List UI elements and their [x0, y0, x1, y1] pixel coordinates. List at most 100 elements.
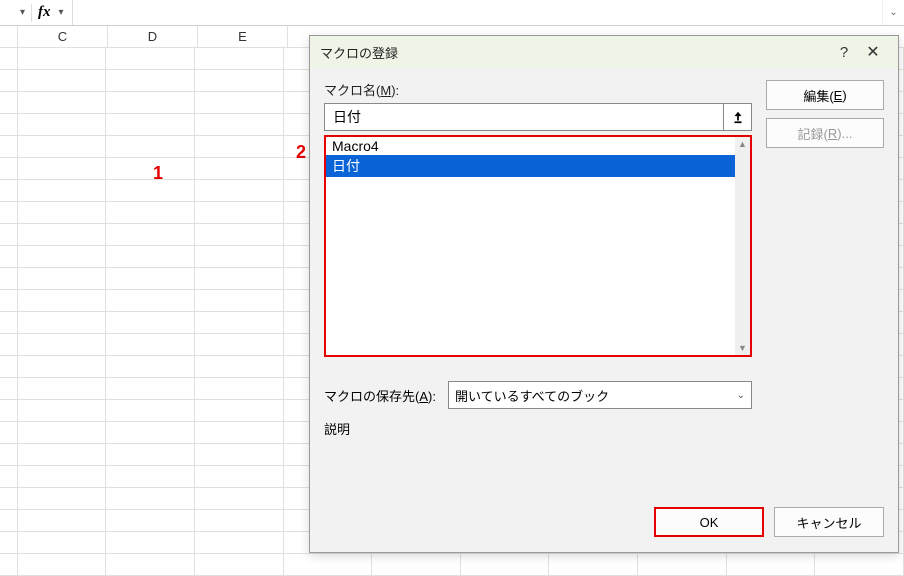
cell[interactable]: [106, 180, 195, 202]
cell[interactable]: [106, 312, 195, 334]
cell[interactable]: [638, 554, 727, 576]
cell[interactable]: [18, 224, 107, 246]
formula-input[interactable]: [73, 0, 882, 25]
cell[interactable]: [195, 554, 284, 576]
cell[interactable]: [18, 444, 107, 466]
cell[interactable]: [195, 356, 284, 378]
cell[interactable]: [195, 422, 284, 444]
cell[interactable]: [195, 92, 284, 114]
cell[interactable]: [195, 70, 284, 92]
cell[interactable]: [18, 378, 107, 400]
cell[interactable]: [18, 92, 107, 114]
store-select[interactable]: 開いているすべてのブック ⌄: [448, 381, 752, 409]
close-button[interactable]: ✕: [858, 42, 888, 62]
column-header[interactable]: D: [108, 26, 198, 48]
record-button[interactable]: 記録(R)...: [766, 118, 884, 148]
cell[interactable]: [18, 422, 107, 444]
cell[interactable]: [195, 532, 284, 554]
cell[interactable]: [18, 114, 107, 136]
cell[interactable]: [18, 532, 107, 554]
chevron-down-icon[interactable]: ▾: [59, 7, 64, 18]
cell[interactable]: [195, 246, 284, 268]
cell[interactable]: [106, 246, 195, 268]
cell[interactable]: [106, 466, 195, 488]
cell[interactable]: [18, 180, 107, 202]
cell[interactable]: [106, 224, 195, 246]
cell[interactable]: [195, 158, 284, 180]
cell[interactable]: [195, 114, 284, 136]
cell[interactable]: [195, 136, 284, 158]
edit-button[interactable]: 編集(E): [766, 80, 884, 110]
cell[interactable]: [106, 334, 195, 356]
reference-collapse-button[interactable]: [724, 103, 752, 131]
cell[interactable]: [18, 510, 107, 532]
cell[interactable]: [195, 400, 284, 422]
cell[interactable]: [18, 554, 107, 576]
cell[interactable]: [106, 70, 195, 92]
cell[interactable]: [18, 466, 107, 488]
cell[interactable]: [18, 202, 107, 224]
cell[interactable]: [195, 444, 284, 466]
cell[interactable]: [18, 70, 107, 92]
cell[interactable]: [106, 48, 195, 70]
cell[interactable]: [195, 312, 284, 334]
cell[interactable]: [106, 114, 195, 136]
cell[interactable]: [106, 202, 195, 224]
cell[interactable]: [727, 554, 816, 576]
list-item[interactable]: 日付: [326, 155, 735, 177]
column-header[interactable]: E: [198, 26, 288, 48]
cell[interactable]: [18, 158, 107, 180]
cell[interactable]: [18, 48, 107, 70]
cell[interactable]: [372, 554, 461, 576]
cell[interactable]: [106, 356, 195, 378]
cell[interactable]: [195, 510, 284, 532]
cell[interactable]: [195, 224, 284, 246]
cell[interactable]: [106, 378, 195, 400]
list-item[interactable]: Macro4: [326, 137, 735, 155]
chevron-down-icon[interactable]: ▾: [20, 7, 25, 18]
cell[interactable]: [195, 488, 284, 510]
cell[interactable]: [106, 488, 195, 510]
scroll-down-icon[interactable]: ▼: [738, 341, 747, 355]
cell[interactable]: [195, 268, 284, 290]
cell[interactable]: [18, 246, 107, 268]
cell[interactable]: [106, 136, 195, 158]
cell[interactable]: [195, 290, 284, 312]
cell[interactable]: [106, 400, 195, 422]
cell[interactable]: [18, 290, 107, 312]
scrollbar[interactable]: ▲ ▼: [735, 137, 750, 355]
cell[interactable]: [106, 290, 195, 312]
cell[interactable]: [18, 268, 107, 290]
cell[interactable]: [18, 400, 107, 422]
cell[interactable]: [195, 334, 284, 356]
cell[interactable]: [815, 554, 904, 576]
cell[interactable]: [106, 510, 195, 532]
ok-button[interactable]: OK: [654, 507, 764, 537]
help-button[interactable]: ?: [830, 44, 858, 61]
macro-list[interactable]: Macro4 日付: [326, 137, 735, 355]
macro-name-input[interactable]: [324, 103, 724, 131]
cell[interactable]: [461, 554, 550, 576]
cell[interactable]: [195, 180, 284, 202]
cell[interactable]: [284, 554, 373, 576]
cell[interactable]: [195, 378, 284, 400]
scroll-up-icon[interactable]: ▲: [738, 137, 747, 151]
expand-formula-icon[interactable]: ⌄: [882, 0, 904, 25]
column-header[interactable]: C: [18, 26, 108, 48]
fx-icon[interactable]: fx: [38, 4, 51, 21]
cell[interactable]: [18, 356, 107, 378]
cell[interactable]: [106, 444, 195, 466]
cell[interactable]: [195, 48, 284, 70]
cell[interactable]: [106, 268, 195, 290]
cell[interactable]: [18, 488, 107, 510]
cell[interactable]: [106, 532, 195, 554]
cell[interactable]: [549, 554, 638, 576]
cell[interactable]: [106, 554, 195, 576]
cell[interactable]: [18, 136, 107, 158]
cell[interactable]: [195, 202, 284, 224]
cell[interactable]: [106, 92, 195, 114]
cell[interactable]: [18, 334, 107, 356]
cell[interactable]: [106, 422, 195, 444]
cell[interactable]: [195, 466, 284, 488]
cell[interactable]: [106, 158, 195, 180]
